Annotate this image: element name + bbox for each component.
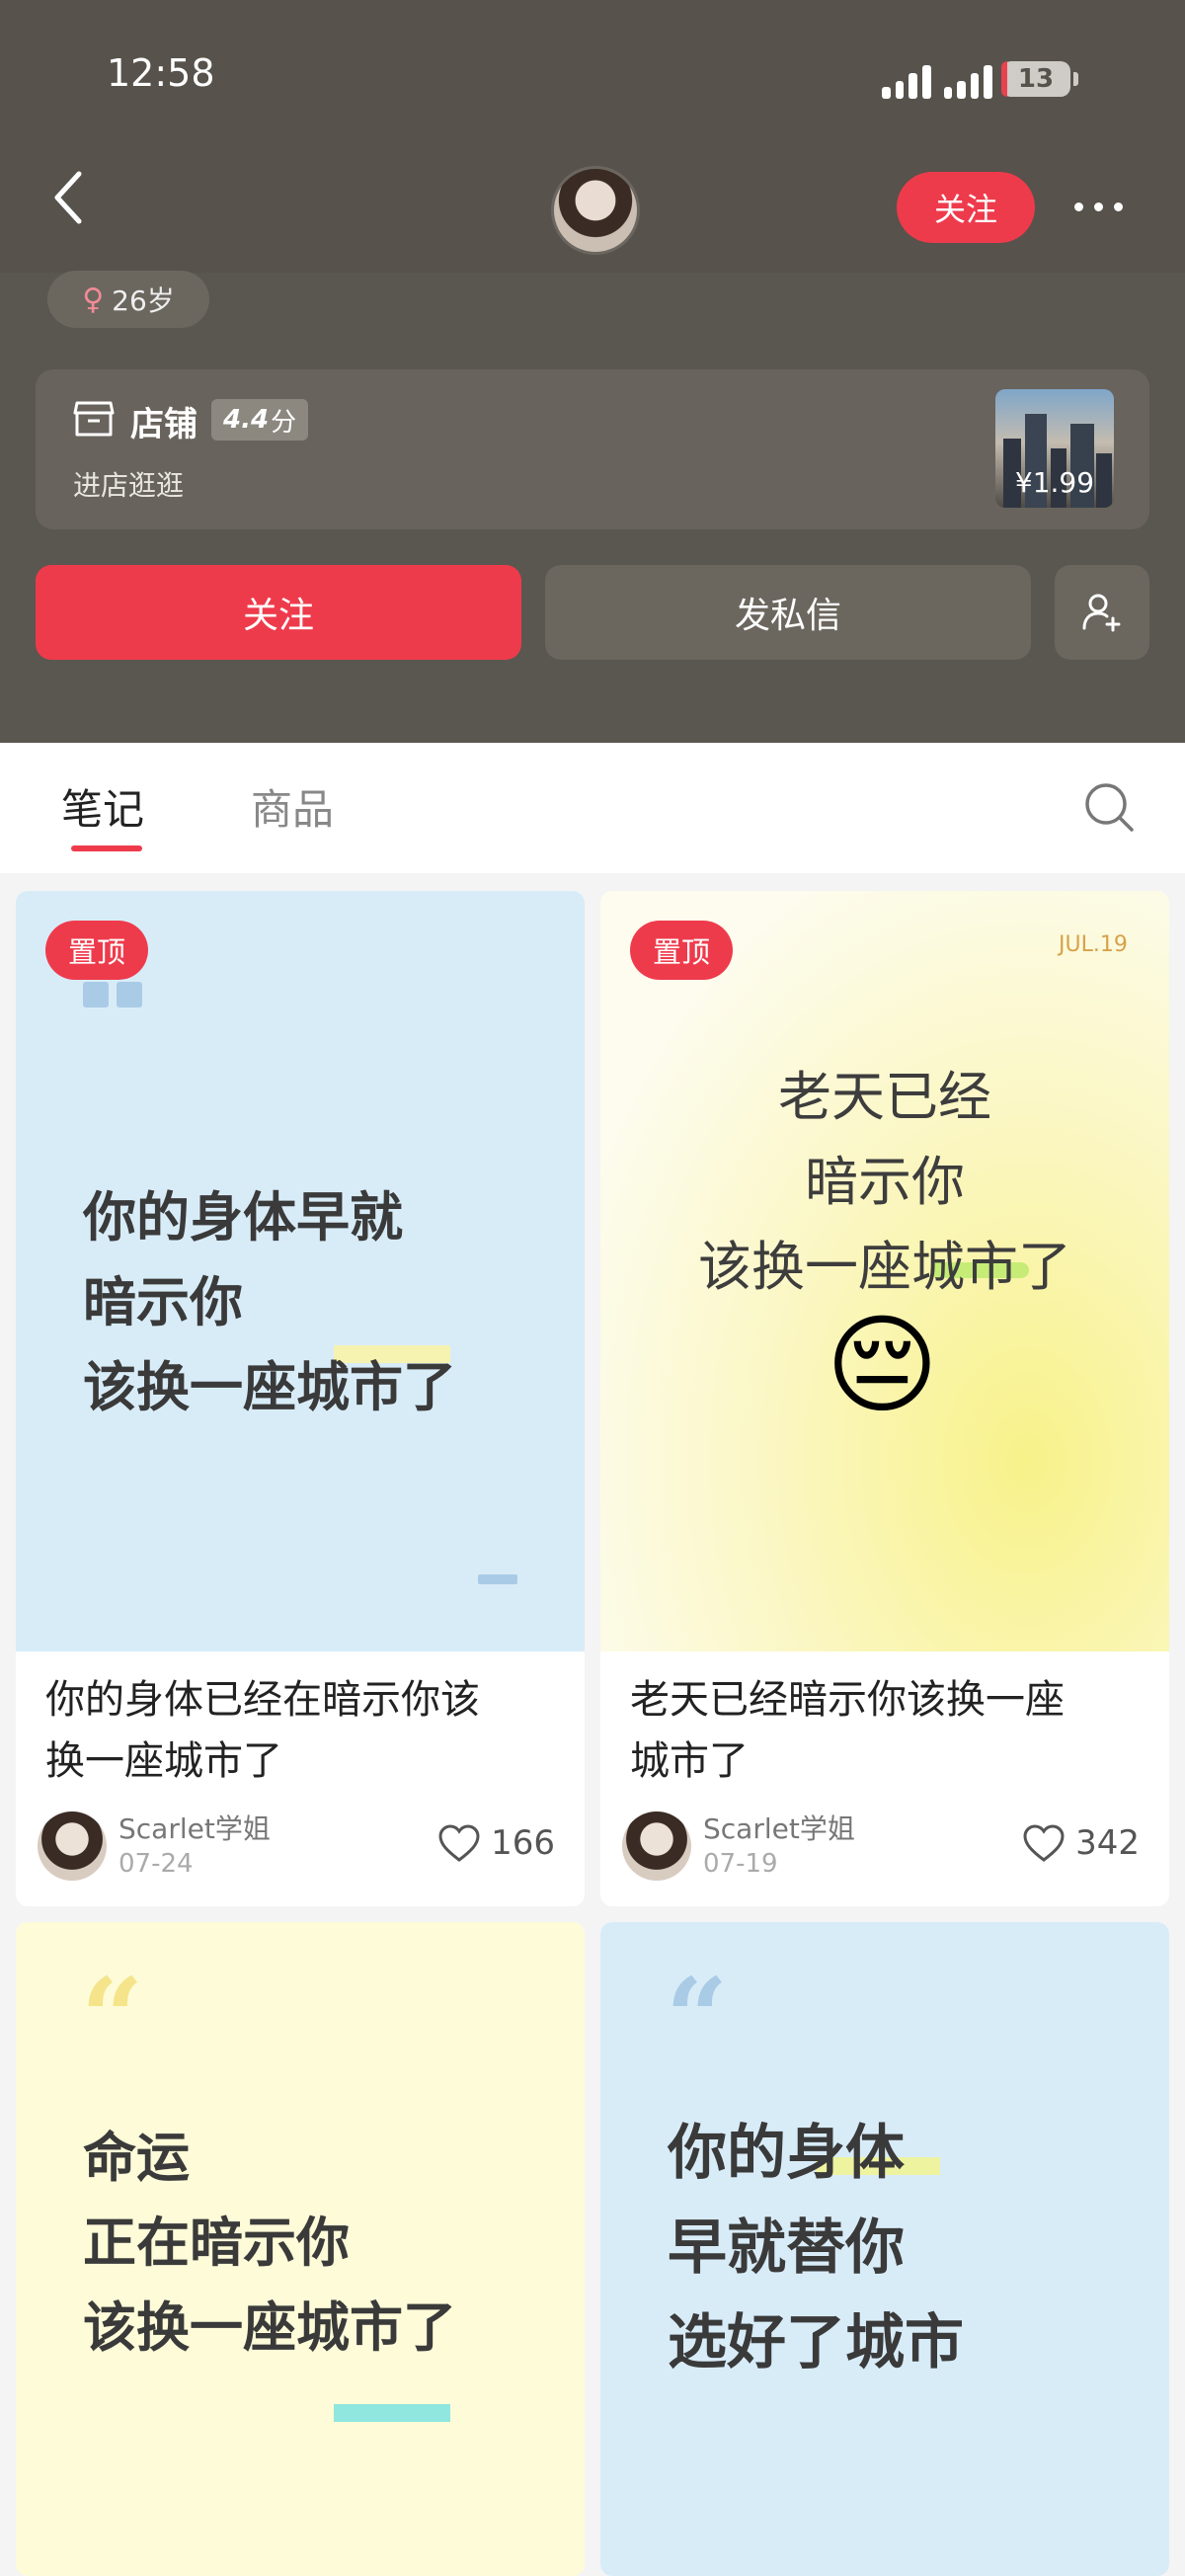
highlight-mark [334,2404,450,2422]
cover-text: 老天已经 暗示你 该换一座城市了 [698,1066,1071,1298]
note-cover: “ 命运 正在暗示你 该换一座城市了 [16,1922,585,2576]
female-icon: ♀ [82,282,105,317]
like-count: 342 [1075,1823,1140,1863]
more-icon[interactable] [1074,192,1134,221]
like-count: 166 [491,1823,555,1863]
message-button[interactable]: 发私信 [545,565,1031,660]
note-date: 07-24 [118,1849,194,1879]
status-time: 12:58 [107,51,215,95]
note-cover: 你的身体早就 暗示你 该换一座城市了 [16,891,585,1651]
age-badge: ♀ 26岁 [47,271,209,328]
note-card[interactable]: “ 命运 正在暗示你 该换一座城市了 [16,1922,585,2576]
cover-badge: JUL.19 [1059,932,1128,957]
author-name: Scarlet学姐 [118,1812,271,1845]
shop-card[interactable] [36,369,1149,529]
tab-goods[interactable]: 商品 [251,776,334,837]
note-title: 你的身体已经在暗示你该 换一座城市了 [45,1677,480,1784]
cover-text: 你的身体早就 暗示你 该换一座城市了 [83,1186,456,1418]
shop-title: 店铺 [130,405,198,444]
search-icon[interactable] [1082,780,1138,836]
pensive-face-icon: 😔 [826,1302,939,1428]
dash-mark [478,1574,517,1584]
quote-icon: “ [666,1954,729,2081]
note-card[interactable]: 你的身体早就 暗示你 该换一座城市了 置顶 你的身体已经在暗示你该 换一座城市了… [16,891,585,1906]
back-icon[interactable] [49,168,89,227]
age-label: 26岁 [112,284,175,317]
note-date: 07-19 [703,1849,778,1879]
note-card[interactable]: JUL.19 老天已经 暗示你 该换一座城市了 😔 置顶 老天已经暗示你该换一座… [600,891,1169,1906]
shop-score: 4.4 [223,405,270,435]
follow-button[interactable]: 关注 [36,565,521,660]
shop-score-badge: 4.4 分 [211,399,309,441]
shop-price: ¥1.99 [1014,466,1095,499]
heart-icon [1023,1824,1065,1862]
author-name: Scarlet学姐 [703,1812,855,1845]
avatar[interactable] [551,166,640,255]
cover-text: 命运 正在暗示你 该换一座城市了 [83,2127,456,2359]
shop-score-unit: 分 [271,407,297,438]
battery-tip [1073,72,1078,86]
active-tab-indicator [71,845,142,851]
like-button[interactable]: 166 [437,1823,555,1863]
quote-icon: “ [81,1954,144,2081]
heart-icon [438,1824,480,1862]
author-avatar [38,1811,107,1881]
note-cover: JUL.19 老天已经 暗示你 该换一座城市了 😔 [600,891,1169,1651]
tab-bar [0,743,1185,874]
shop-icon [73,399,115,439]
note-title: 老天已经暗示你该换一座 城市了 [630,1677,1065,1784]
cover-text: 你的身体 早就替你 选好了城市 [668,2119,964,2377]
like-button[interactable]: 342 [1022,1823,1140,1863]
pinned-tag: 置顶 [45,921,148,980]
tab-notes[interactable]: 笔记 [61,776,144,837]
battery-level: 13 [1017,64,1055,94]
author-avatar [622,1811,691,1881]
battery-icon: 13 [1001,61,1070,97]
shop-subtitle[interactable]: 进店逛逛 [73,464,184,504]
note-card[interactable]: “ 你的身体 早就替你 选好了城市 [600,1922,1169,2576]
pinned-tag: 置顶 [630,921,733,980]
note-cover: “ 你的身体 早就替你 选好了城市 [600,1922,1169,2576]
add-friend-icon[interactable] [1055,565,1149,660]
quote-icon [83,982,142,1007]
follow-button-top[interactable]: 关注 [897,172,1035,243]
signal-icon [882,63,992,99]
